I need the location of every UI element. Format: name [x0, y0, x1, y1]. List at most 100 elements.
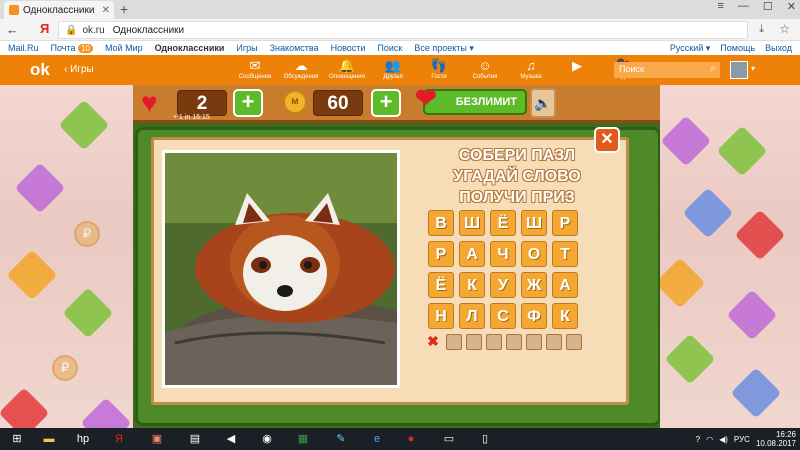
- letter-tile[interactable]: К: [459, 272, 485, 298]
- ok-nav-discussions[interactable]: ☁ Обсуждения: [282, 58, 320, 81]
- gem-decoration-icon: [726, 289, 778, 341]
- ok-link[interactable]: Одноклассники: [155, 43, 225, 54]
- mailru-link[interactable]: Mail.Ru: [8, 43, 39, 54]
- all-projects-link[interactable]: Все проекты ▾: [414, 43, 474, 54]
- media-icon[interactable]: ◀: [220, 430, 242, 448]
- coin-decoration-icon: ₽: [52, 355, 78, 381]
- camera-icon[interactable]: ◉: [256, 430, 278, 448]
- letter-tile[interactable]: Ф: [521, 303, 547, 329]
- ok-logo-icon[interactable]: ok: [30, 60, 50, 80]
- answer-slot[interactable]: [526, 334, 542, 350]
- window-icon[interactable]: ▭: [438, 430, 460, 448]
- menu-icon[interactable]: ≡: [717, 0, 723, 13]
- add-lives-button[interactable]: +: [233, 89, 263, 117]
- keyboard-lang[interactable]: РУС: [734, 435, 750, 444]
- letter-tile[interactable]: Ё: [490, 210, 516, 236]
- sound-toggle-button[interactable]: 🔈: [530, 88, 556, 118]
- app-icon[interactable]: ▤: [184, 430, 206, 448]
- ok-nav-play[interactable]: ▶: [558, 58, 596, 81]
- language-select[interactable]: Русский ▾: [670, 43, 710, 54]
- letter-tile[interactable]: С: [490, 303, 516, 329]
- back-arrow-icon[interactable]: ←: [6, 22, 19, 37]
- letter-tile[interactable]: О: [521, 241, 547, 267]
- clock-time: 16:26: [775, 430, 796, 439]
- letter-tile[interactable]: Ш: [521, 210, 547, 236]
- letter-tile[interactable]: Ч: [490, 241, 516, 267]
- ok-nav-music[interactable]: ♫ Музыка: [512, 58, 550, 81]
- minimize-icon[interactable]: —: [738, 0, 749, 13]
- excel-icon[interactable]: ▦: [292, 430, 314, 448]
- my-world-link[interactable]: Мой Мир: [105, 43, 143, 54]
- clock[interactable]: 16:26 10.08.2017: [756, 430, 796, 448]
- game-top-bar: ♥ 2 + 1 in 16:15 + м 60 + ❤ БЕЗЛИМИТ 🔈: [133, 85, 660, 123]
- slogan-line: ПОЛУЧИ ПРИЗ: [459, 189, 575, 206]
- dating-link[interactable]: Знакомства: [270, 43, 319, 54]
- letter-tile[interactable]: У: [490, 272, 516, 298]
- double-heart-icon: ❤: [415, 85, 437, 113]
- ok-nav-notifications[interactable]: 🔔 Оповещения: [328, 58, 366, 81]
- chevron-down-icon[interactable]: ▾: [751, 64, 755, 73]
- answer-slot[interactable]: [486, 334, 502, 350]
- answer-slot[interactable]: [566, 334, 582, 350]
- close-tab-icon[interactable]: ✕: [102, 5, 110, 16]
- mail-link[interactable]: Почта 10: [51, 43, 93, 54]
- windows-start-icon[interactable]: ⊞: [6, 430, 28, 448]
- close-button[interactable]: ✕: [594, 127, 620, 153]
- document-icon[interactable]: ▯: [474, 430, 496, 448]
- avatar[interactable]: [730, 61, 748, 79]
- answer-slot[interactable]: [466, 334, 482, 350]
- search-link[interactable]: Поиск: [377, 43, 402, 54]
- games-link[interactable]: Игры: [236, 43, 257, 54]
- letter-tile[interactable]: В: [428, 210, 454, 236]
- letter-tile[interactable]: Р: [428, 241, 454, 267]
- gem-decoration-icon: [682, 187, 734, 239]
- new-tab-button[interactable]: +: [120, 1, 128, 17]
- ok-nav-events[interactable]: ☺ События: [466, 58, 504, 81]
- wifi-icon[interactable]: ◠: [706, 435, 713, 444]
- volume-icon[interactable]: ◀): [719, 435, 728, 444]
- ok-nav-friends[interactable]: 👥 Друзья: [374, 58, 412, 81]
- letter-tile[interactable]: Л: [459, 303, 485, 329]
- answer-slot[interactable]: [546, 334, 562, 350]
- news-link[interactable]: Новости: [331, 43, 366, 54]
- yandex-logo-icon[interactable]: Я: [40, 21, 49, 36]
- answer-slot[interactable]: [446, 334, 462, 350]
- answer-slot[interactable]: [506, 334, 522, 350]
- close-window-icon[interactable]: ✕: [787, 0, 796, 13]
- paint-icon[interactable]: ▣: [146, 430, 168, 448]
- letter-tile[interactable]: Ё: [428, 272, 454, 298]
- ok-back-games[interactable]: ‹ Игры: [64, 64, 94, 75]
- letter-tile[interactable]: А: [552, 272, 578, 298]
- letter-tile[interactable]: Р: [552, 210, 578, 236]
- ok-search-input[interactable]: Поиск ⌕: [614, 62, 720, 78]
- ok-nav-messages[interactable]: ✉ Сообщения: [236, 58, 274, 81]
- add-coins-button[interactable]: +: [371, 89, 401, 117]
- file-explorer-icon[interactable]: ▬: [38, 430, 60, 448]
- letter-tile[interactable]: Т: [552, 241, 578, 267]
- maximize-icon[interactable]: ☐: [763, 0, 773, 13]
- letter-tile[interactable]: А: [459, 241, 485, 267]
- download-icon[interactable]: ⤓: [759, 23, 764, 36]
- help-icon[interactable]: ?: [696, 435, 700, 444]
- hp-icon[interactable]: hp: [72, 430, 94, 448]
- unlimited-label: БЕЗЛИМИТ: [455, 96, 517, 108]
- ok-nav-guests[interactable]: 👣 Гости: [420, 58, 458, 81]
- browser-tab[interactable]: Одноклассники ✕: [4, 1, 114, 19]
- logout-link[interactable]: Выход: [765, 43, 792, 54]
- browser-tab-bar: Одноклассники ✕ + ≡ — ☐ ✕: [0, 0, 800, 19]
- yandex-taskbar-icon[interactable]: Я: [108, 430, 130, 448]
- bookmark-icon[interactable]: ☆: [779, 22, 790, 36]
- tool-icon[interactable]: ✎: [330, 430, 352, 448]
- clear-answer-button[interactable]: ✖: [424, 333, 442, 351]
- yandex-browser-icon[interactable]: ●: [400, 430, 422, 448]
- help-link[interactable]: Помощь: [720, 43, 755, 54]
- url-field[interactable]: 🔒 ok.ru Одноклассники: [58, 21, 748, 39]
- letter-tile[interactable]: Ж: [521, 272, 547, 298]
- letter-tile[interactable]: Н: [428, 303, 454, 329]
- search-icon[interactable]: ⌕: [710, 63, 716, 74]
- letter-tile[interactable]: Ш: [459, 210, 485, 236]
- unlimited-lives-button[interactable]: ❤ БЕЗЛИМИТ: [415, 85, 527, 115]
- ie-icon[interactable]: e: [366, 430, 388, 448]
- letter-tile[interactable]: К: [552, 303, 578, 329]
- ok-nav-label: Музыка: [520, 74, 542, 80]
